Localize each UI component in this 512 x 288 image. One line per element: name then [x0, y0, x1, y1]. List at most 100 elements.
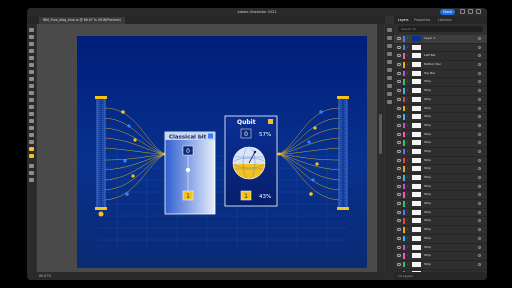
rectangle-tool-icon[interactable] — [29, 77, 34, 81]
expand-chevron-icon[interactable]: › — [407, 122, 408, 129]
screen-mode-icon[interactable] — [29, 171, 34, 175]
magic-wand-tool-icon[interactable] — [29, 42, 34, 46]
line-tool-icon[interactable] — [29, 70, 34, 74]
vertical-scrollbar-thumb[interactable] — [379, 114, 382, 154]
layer-row[interactable]: › Strip — [394, 183, 487, 192]
expand-chevron-icon[interactable]: › — [407, 261, 408, 268]
target-circle-icon[interactable] — [478, 106, 481, 110]
layer-row[interactable]: › Strip — [394, 235, 487, 244]
symbols-panel-icon[interactable] — [387, 76, 392, 80]
visibility-eye-icon[interactable] — [397, 63, 401, 67]
curvature-tool-icon[interactable] — [29, 56, 34, 60]
layer-row[interactable]: › Strip — [394, 165, 487, 174]
swatches-panel-icon[interactable] — [387, 60, 392, 64]
expand-chevron-icon[interactable]: › — [407, 105, 408, 112]
target-circle-icon[interactable] — [478, 228, 481, 232]
visibility-eye-icon[interactable] — [397, 245, 401, 249]
visibility-eye-icon[interactable] — [397, 45, 401, 49]
visibility-eye-icon[interactable] — [397, 202, 401, 206]
expand-chevron-icon[interactable]: › — [407, 61, 408, 68]
visibility-eye-icon[interactable] — [397, 89, 401, 93]
visibility-eye-icon[interactable] — [397, 71, 401, 75]
layer-row[interactable]: › Strip — [394, 96, 487, 105]
target-circle-icon[interactable] — [478, 202, 481, 206]
target-circle-icon[interactable] — [478, 71, 481, 75]
visibility-eye-icon[interactable] — [397, 37, 401, 40]
workspace-switcher-icon[interactable] — [476, 9, 481, 14]
target-circle-icon[interactable] — [478, 262, 481, 266]
expand-chevron-icon[interactable]: › — [407, 200, 408, 207]
expand-chevron-icon[interactable]: › — [407, 139, 408, 146]
layer-row[interactable]: › Strip — [394, 148, 487, 157]
expand-chevron-icon[interactable]: › — [407, 78, 408, 85]
stroke-color-icon[interactable] — [29, 154, 34, 158]
width-tool-icon[interactable] — [29, 119, 34, 123]
vertical-scrollbar[interactable] — [377, 24, 384, 272]
layer-row[interactable]: › Strip — [394, 226, 487, 235]
visibility-eye-icon[interactable] — [397, 193, 401, 197]
layer-row[interactable]: › Layer 1 — [394, 35, 487, 44]
stroke-panel-icon[interactable] — [387, 84, 392, 88]
expand-chevron-icon[interactable]: › — [407, 96, 408, 103]
target-circle-icon[interactable] — [478, 123, 481, 127]
target-circle-icon[interactable] — [478, 193, 481, 197]
layer-row[interactable]: › Bottom Bar — [394, 61, 487, 70]
target-circle-icon[interactable] — [478, 37, 481, 40]
arrange-documents-icon[interactable] — [468, 9, 473, 14]
layer-row[interactable]: › Strip — [394, 139, 487, 148]
layer-row[interactable]: › Strip — [394, 261, 487, 270]
expand-chevron-icon[interactable]: › — [407, 174, 408, 181]
share-button[interactable]: Share — [440, 9, 455, 15]
visibility-eye-icon[interactable] — [397, 236, 401, 240]
visibility-eye-icon[interactable] — [397, 115, 401, 119]
libraries-panel-icon[interactable] — [387, 44, 392, 48]
paintbrush-tool-icon[interactable] — [29, 84, 34, 88]
expand-chevron-icon[interactable]: › — [407, 148, 408, 155]
expand-chevron-icon[interactable]: › — [407, 87, 408, 94]
tab-properties[interactable]: Properties — [414, 16, 430, 24]
scale-tool-icon[interactable] — [29, 112, 34, 116]
visibility-eye-icon[interactable] — [397, 184, 401, 188]
target-circle-icon[interactable] — [478, 132, 481, 136]
visibility-eye-icon[interactable] — [397, 219, 401, 223]
visibility-eye-icon[interactable] — [397, 123, 401, 127]
target-circle-icon[interactable] — [478, 45, 481, 49]
expand-chevron-icon[interactable]: › — [407, 235, 408, 242]
type-tool-icon[interactable] — [29, 63, 34, 67]
layer-row[interactable]: › Strip — [394, 87, 487, 96]
layer-row[interactable]: › Strip — [394, 200, 487, 209]
layer-row[interactable]: › Strip — [394, 105, 487, 114]
pen-tool-icon[interactable] — [29, 49, 34, 53]
properties-panel-icon[interactable] — [387, 28, 392, 32]
color-panel-icon[interactable] — [387, 52, 392, 56]
expand-chevron-icon[interactable]: › — [407, 191, 408, 198]
expand-chevron-icon[interactable]: › — [407, 131, 408, 138]
target-circle-icon[interactable] — [478, 149, 481, 153]
expand-chevron-icon[interactable]: › — [407, 244, 408, 251]
target-circle-icon[interactable] — [478, 167, 481, 171]
expand-chevron-icon[interactable]: › — [407, 52, 408, 59]
visibility-eye-icon[interactable] — [397, 141, 401, 145]
visibility-eye-icon[interactable] — [397, 80, 401, 84]
layer-row[interactable]: › Strip — [394, 113, 487, 122]
visibility-eye-icon[interactable] — [397, 176, 401, 179]
target-circle-icon[interactable] — [478, 210, 481, 214]
layer-row[interactable]: › Strip — [394, 157, 487, 166]
expand-chevron-icon[interactable]: › — [407, 183, 408, 190]
document-tab[interactable]: IBM_Flow_blog_blue.ai @ 66.67 % (RGB/Pre… — [39, 17, 125, 24]
layer-row[interactable]: › Top Bar — [394, 70, 487, 79]
expand-chevron-icon[interactable]: › — [407, 252, 408, 259]
target-circle-icon[interactable] — [478, 254, 481, 258]
layer-row[interactable]: › Strip — [394, 252, 487, 261]
target-circle-icon[interactable] — [478, 176, 481, 179]
expand-chevron-icon[interactable]: › — [407, 217, 408, 224]
layer-row[interactable]: › Left Bar — [394, 52, 487, 62]
direct-selection-tool-icon[interactable] — [29, 35, 34, 39]
layers-panel-icon[interactable] — [387, 36, 392, 40]
visibility-eye-icon[interactable] — [397, 132, 401, 136]
expand-chevron-icon[interactable]: › — [407, 209, 408, 216]
edit-toolbar-icon[interactable] — [29, 178, 34, 182]
layer-row[interactable]: › Strip — [394, 174, 487, 183]
layer-row[interactable]: › Strip — [394, 78, 487, 88]
target-circle-icon[interactable] — [478, 115, 481, 119]
